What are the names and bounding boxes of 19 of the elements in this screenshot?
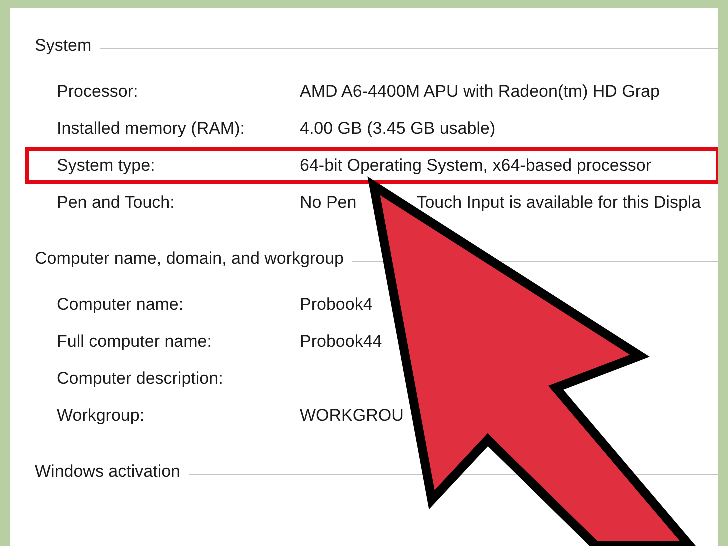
field-label: Workgroup: xyxy=(57,404,146,427)
field-value: 64-bit Operating System, x64-based processor xyxy=(300,154,652,177)
field-label: Pen and Touch: xyxy=(57,192,176,214)
field-label: Processor: xyxy=(57,80,140,103)
field-label: Computer name: xyxy=(57,294,185,316)
field-value: AMD A6-4400M APU with Radeon(tm) HD Grap xyxy=(300,80,660,103)
field-label: Computer description: xyxy=(57,368,224,390)
field-value: No Pen xyxy=(300,192,357,214)
section-heading: Windows activation xyxy=(35,461,181,484)
field-label: Installed memory (RAM): xyxy=(57,118,246,140)
section-heading: System xyxy=(35,35,92,58)
section-heading: Computer name, domain, and workgroup xyxy=(35,248,344,270)
field-value: Probook44 xyxy=(300,330,382,353)
field-value: WORKGROU xyxy=(300,404,404,427)
field-value: Touch Input is available for this Displa xyxy=(416,192,702,214)
field-label: Full computer name: xyxy=(57,330,213,353)
field-value: 4.00 GB (3.45 GB usable) xyxy=(300,118,496,140)
field-value: Probook4 xyxy=(300,294,373,316)
field-label: System type: xyxy=(57,154,156,177)
